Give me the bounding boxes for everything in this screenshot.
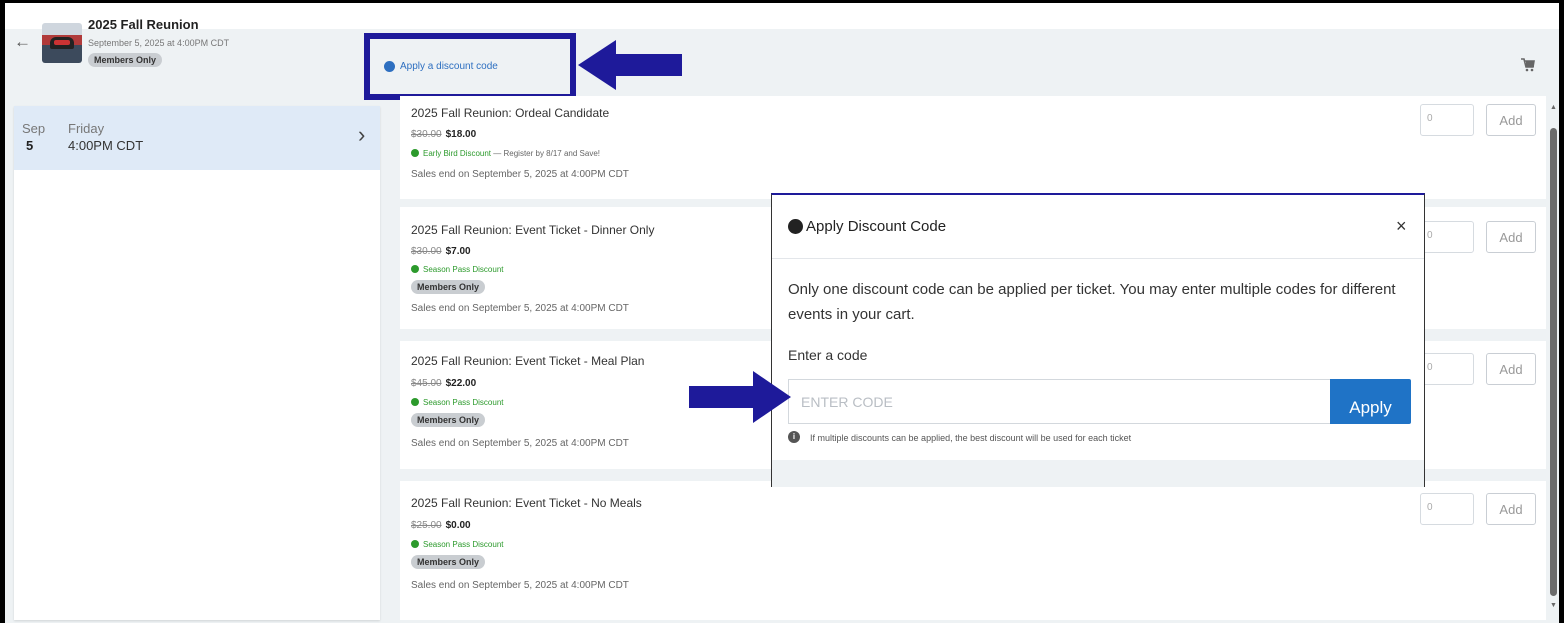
add-button[interactable]: Add: [1486, 493, 1536, 525]
top-strip: [5, 3, 1559, 29]
quantity-input[interactable]: 0: [1420, 104, 1474, 136]
discount-check-icon: [411, 398, 419, 406]
code-label: Enter a code: [788, 347, 868, 363]
add-button[interactable]: Add: [1486, 353, 1536, 385]
quantity-input[interactable]: 0: [1420, 221, 1474, 253]
ticket-sales-end: Sales end on September 5, 2025 at 4:00PM…: [411, 580, 629, 591]
back-arrow-icon[interactable]: ←: [14, 33, 31, 50]
cart-icon[interactable]: [1521, 58, 1535, 72]
ticket-sales-end: Sales end on September 5, 2025 at 4:00PM…: [411, 438, 629, 449]
sidebar-date-item[interactable]: Sep 5 Friday 4:00PM CDT ›: [14, 106, 380, 170]
scroll-up-icon[interactable]: ▲: [1550, 104, 1557, 111]
date-weekday: Friday: [68, 121, 105, 136]
members-only-badge: Members Only: [88, 53, 163, 67]
modal-footer: [772, 460, 1424, 487]
members-only-badge: Members Only: [411, 413, 486, 427]
discount-code-input[interactable]: [788, 379, 1332, 424]
date-day: 5: [26, 138, 34, 153]
ticket-old-price: $25.00: [411, 520, 442, 531]
ticket-old-price: $30.00: [411, 246, 442, 257]
chevron-right-icon: ›: [358, 122, 366, 147]
ticket-name: 2025 Fall Reunion: Event Ticket - No Mea…: [411, 496, 642, 510]
ticket-discount: Season Pass Discount: [411, 265, 504, 274]
scroll-down-icon[interactable]: ▼: [1550, 602, 1557, 609]
ticket-price: $45.00 $22.00: [411, 378, 476, 389]
ticket-price: $25.00 $0.00: [411, 520, 471, 531]
event-date: September 5, 2025 at 4:00PM CDT: [88, 38, 230, 48]
members-only-badge: Members Only: [411, 280, 486, 294]
ticket-discount: Season Pass Discount: [411, 398, 504, 407]
add-button[interactable]: Add: [1486, 221, 1536, 253]
quantity-input[interactable]: 0: [1420, 493, 1474, 525]
members-only-badge: Members Only: [411, 555, 486, 569]
ticket-sales-end: Sales end on September 5, 2025 at 4:00PM…: [411, 169, 629, 180]
ticket-price: $30.00 $18.00: [411, 129, 476, 140]
add-button[interactable]: Add: [1486, 104, 1536, 136]
modal-title: Apply Discount Code: [806, 218, 947, 235]
ticket-old-price: $30.00: [411, 129, 442, 140]
scrollbar[interactable]: ▲ ▼: [1548, 102, 1558, 614]
modal-header: Apply Discount Code ×: [772, 195, 1424, 259]
date-time: 4:00PM CDT: [68, 138, 144, 153]
ticket-new-price: $7.00: [445, 246, 471, 257]
discount-tag-icon: [788, 219, 803, 234]
close-icon[interactable]: ×: [1396, 217, 1407, 235]
ticket-name: 2025 Fall Reunion: Ordeal Candidate: [411, 106, 610, 120]
ticket-name: 2025 Fall Reunion: Event Ticket - Dinner…: [411, 223, 655, 237]
ticket-discount: Early Bird Discount — Register by 8/17 a…: [411, 149, 600, 158]
ticket-new-price: $22.00: [445, 378, 477, 389]
scroll-thumb[interactable]: [1550, 128, 1557, 596]
discount-check-icon: [411, 149, 419, 157]
ticket-new-price: $18.00: [445, 129, 477, 140]
event-thumbnail: [42, 23, 82, 63]
apply-discount-label: Apply a discount code: [400, 61, 498, 72]
ticket-discount: Season Pass Discount: [411, 540, 504, 549]
ticket-old-price: $45.00: [411, 378, 442, 389]
discount-tag-icon: [384, 61, 395, 72]
discount-check-icon: [411, 265, 419, 273]
modal-description: Only one discount code can be applied pe…: [788, 281, 1396, 323]
date-month: Sep: [22, 121, 46, 136]
discount-modal: Apply Discount Code × Only one discount …: [771, 193, 1425, 487]
modal-hint: If multiple discounts can be applied, th…: [810, 433, 1132, 443]
date-sidebar: Sep 5 Friday 4:00PM CDT ›: [14, 106, 380, 620]
ticket-new-price: $0.00: [445, 520, 471, 531]
quantity-input[interactable]: 0: [1420, 353, 1474, 385]
info-icon: i: [788, 431, 800, 443]
annotation-arrow-right-icon: [689, 371, 791, 423]
discount-check-icon: [411, 540, 419, 548]
discount-highlight-box: Apply a discount code: [364, 33, 576, 100]
annotation-arrow-left-icon: [578, 40, 682, 90]
ticket-row: 2025 Fall Reunion: Ordeal Candidate $30.…: [400, 96, 1546, 199]
event-title: 2025 Fall Reunion: [88, 17, 199, 32]
ticket-name: 2025 Fall Reunion: Event Ticket - Meal P…: [411, 354, 645, 368]
apply-discount-link[interactable]: Apply a discount code: [384, 61, 498, 72]
apply-button[interactable]: Apply: [1330, 379, 1411, 424]
ticket-price: $30.00 $7.00: [411, 246, 471, 257]
ticket-sales-end: Sales end on September 5, 2025 at 4:00PM…: [411, 303, 629, 314]
ticket-row: 2025 Fall Reunion: Event Ticket - No Mea…: [400, 481, 1546, 620]
